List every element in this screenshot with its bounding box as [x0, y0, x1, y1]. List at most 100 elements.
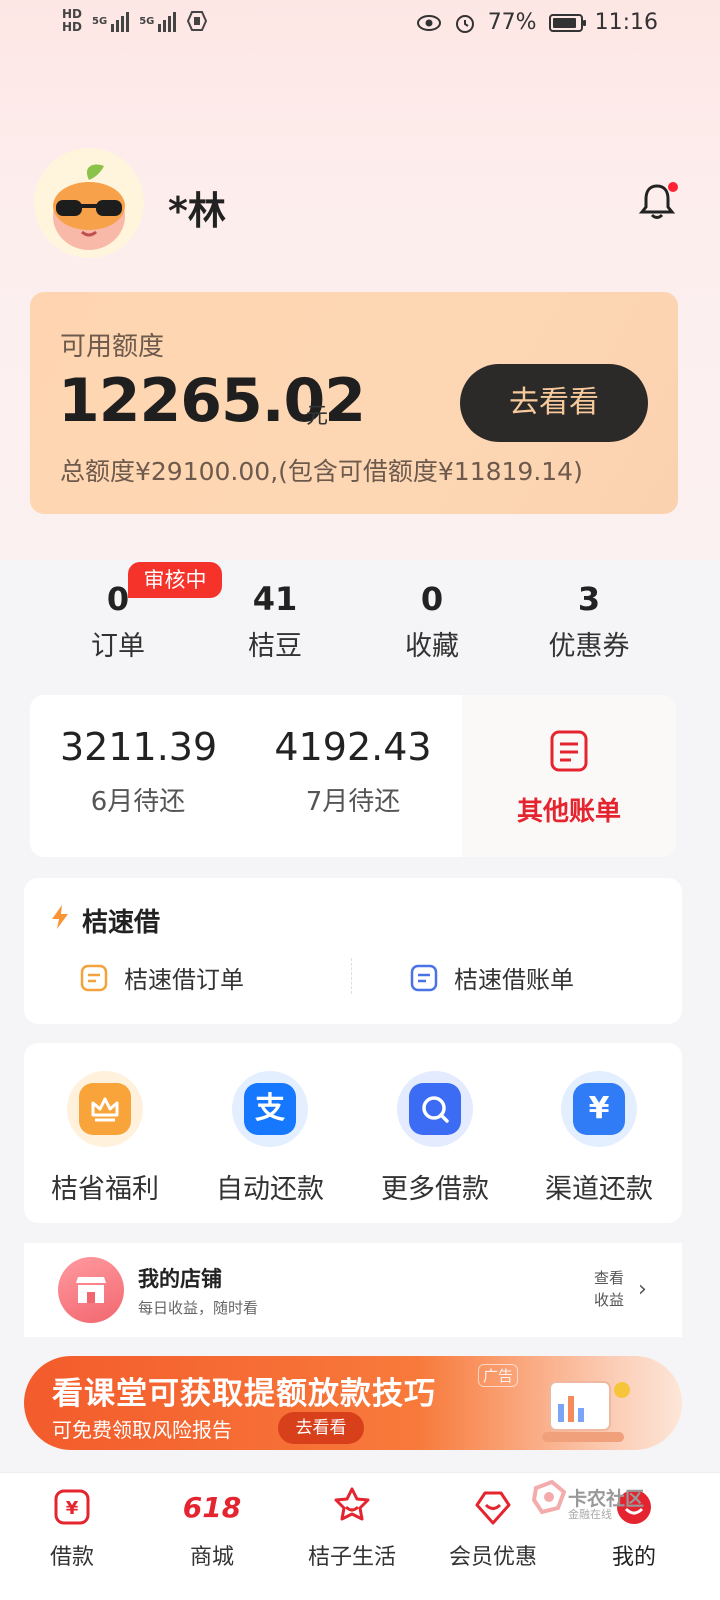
- notification-dot: [668, 182, 678, 192]
- network-label-2: 5G: [139, 15, 155, 27]
- other-bills-button[interactable]: 其他账单: [462, 695, 676, 857]
- watermark-subtext: 金融在线: [568, 1508, 612, 1521]
- ad-banner[interactable]: 看课堂可获取提额放款技巧 可免费领取风险报告 去看看 广告: [24, 1356, 682, 1450]
- mall-badge: 618: [182, 1490, 242, 1524]
- tab-life[interactable]: 桔子生活: [292, 1483, 412, 1571]
- divider: [351, 958, 352, 994]
- shop-title: 我的店铺: [138, 1267, 222, 1291]
- ad-button[interactable]: 去看看: [278, 1412, 364, 1444]
- my-shop-row[interactable]: 我的店铺 每日收益，随时看 查看 收益 ›: [24, 1243, 682, 1337]
- search-icon: [409, 1083, 461, 1135]
- hd-indicator: HD HD: [62, 8, 82, 34]
- stat-label: 收藏: [405, 631, 459, 662]
- tab-label: 桔子生活: [307, 1545, 396, 1570]
- speed-loan-title: 桔速借: [82, 908, 161, 938]
- stat-label: 优惠券: [548, 631, 630, 662]
- stat-value: 0: [420, 580, 444, 618]
- quick-more-loans[interactable]: 更多借款: [360, 1071, 510, 1206]
- bill-june[interactable]: 3211.39 6月待还: [60, 725, 218, 818]
- loan-icon: ¥: [12, 1483, 132, 1531]
- hd-label-2: HD: [62, 20, 83, 34]
- icon-wrap: 支: [232, 1071, 308, 1147]
- quick-label: 自动还款: [216, 1174, 324, 1205]
- view-earnings-line1: 查看: [594, 1269, 625, 1287]
- view-earnings-link[interactable]: 查看 收益: [594, 1267, 624, 1311]
- chevron-right-icon: ›: [638, 1277, 647, 1302]
- quick-label: 渠道还款: [545, 1174, 653, 1205]
- view-credit-button[interactable]: 去看看: [460, 364, 648, 442]
- other-bills-label: 其他账单: [516, 797, 621, 827]
- alipay-icon: 支: [244, 1083, 296, 1135]
- tab-label: 我的: [611, 1545, 656, 1570]
- yen-icon: ¥: [573, 1083, 625, 1135]
- clock: 11:16: [594, 10, 658, 35]
- speed-loan-orders[interactable]: 桔速借订单: [80, 960, 244, 995]
- hand-icon: [187, 11, 208, 31]
- status-left: HD HD 5G 5G: [62, 8, 208, 34]
- lightning-icon: [52, 905, 68, 929]
- stat-value: 3: [577, 580, 601, 618]
- tab-loan[interactable]: ¥ 借款: [12, 1483, 132, 1571]
- icon-wrap: ¥: [561, 1071, 637, 1147]
- speed-loan-bills[interactable]: 桔速借账单: [410, 960, 574, 995]
- bill-label: 6月待还: [90, 787, 186, 817]
- shop-subtitle: 每日收益，随时看: [138, 1299, 259, 1317]
- credit-unit: 元: [306, 404, 329, 429]
- document-icon: [550, 730, 588, 772]
- icon-wrap: [397, 1071, 473, 1147]
- status-right: 77% 11:16: [416, 10, 658, 35]
- 618-icon: 618: [152, 1483, 272, 1531]
- tab-label: 借款: [49, 1545, 94, 1570]
- orange-mascot-icon: [53, 164, 125, 250]
- ad-subtitle: 可免费领取风险报告: [52, 1418, 232, 1442]
- quick-label: 桔省福利: [51, 1174, 159, 1205]
- credit-total: 总额度¥29100.00,(包含可借额度¥11819.14): [60, 457, 583, 486]
- alarm-icon: [455, 14, 474, 33]
- crown-icon: [79, 1083, 131, 1135]
- order-icon: [80, 964, 108, 991]
- signal-icon-2: 5G: [139, 10, 177, 32]
- tab-label: 商城: [189, 1545, 234, 1570]
- bill-icon: [410, 964, 438, 991]
- stat-favorites[interactable]: 0 收藏: [352, 580, 512, 663]
- battery-percent: 77%: [487, 10, 537, 35]
- stat-coupons[interactable]: 3 优惠券: [509, 580, 669, 663]
- battery-icon: [548, 13, 586, 32]
- shop-icon: [58, 1257, 124, 1323]
- stat-orders[interactable]: 0 订单: [38, 580, 198, 663]
- stat-label: 订单: [91, 631, 145, 662]
- bill-label: 7月待还: [305, 787, 401, 817]
- credit-card: 可用额度 12265.02 元 总额度¥29100.00,(包含可借额度¥118…: [30, 292, 678, 514]
- avatar[interactable]: [34, 148, 144, 258]
- bill-july[interactable]: 4192.43 7月待还: [270, 725, 436, 818]
- quick-auto-repay[interactable]: 支 自动还款: [195, 1071, 345, 1206]
- speed-loan-orders-label: 桔速借订单: [124, 966, 244, 994]
- icon-wrap: [67, 1071, 143, 1147]
- quick-label: 更多借款: [381, 1174, 489, 1205]
- member-icon: [433, 1483, 553, 1531]
- bills-card: 3211.39 6月待还 4192.43 7月待还 其他账单: [30, 695, 676, 857]
- tab-member[interactable]: 会员优惠: [433, 1483, 553, 1571]
- ad-tag: 广告: [478, 1364, 519, 1387]
- quick-actions-card: 桔省福利 支 自动还款 更多借款 ¥ 渠道还款: [24, 1043, 682, 1223]
- bill-amount: 3211.39: [60, 725, 218, 769]
- signal-icon: 5G: [92, 10, 130, 32]
- stat-label: 桔豆: [248, 631, 302, 662]
- stats-row: 0 订单 41 桔豆 0 收藏 3 优惠券: [0, 580, 720, 680]
- report-illustration-icon: [542, 1381, 630, 1442]
- quick-welfare[interactable]: 桔省福利: [30, 1071, 180, 1206]
- stat-beans[interactable]: 41 桔豆: [195, 580, 355, 663]
- stat-value: 0: [106, 580, 130, 618]
- ad-title: 看课堂可获取提额放款技巧: [52, 1376, 436, 1412]
- life-icon: [292, 1483, 412, 1531]
- tab-mall[interactable]: 618 商城: [152, 1483, 272, 1571]
- view-earnings-line2: 收益: [594, 1291, 625, 1309]
- svg-text:¥: ¥: [66, 1498, 79, 1519]
- bill-amount: 4192.43: [274, 725, 432, 769]
- eye-icon: [416, 14, 441, 31]
- speed-loan-bills-label: 桔速借账单: [454, 966, 574, 994]
- quick-channel-repay[interactable]: ¥ 渠道还款: [524, 1071, 674, 1206]
- status-bar: HD HD 5G 5G 77% 11:16: [0, 0, 720, 50]
- stat-value: 41: [252, 580, 298, 618]
- tab-label: 会员优惠: [448, 1545, 537, 1570]
